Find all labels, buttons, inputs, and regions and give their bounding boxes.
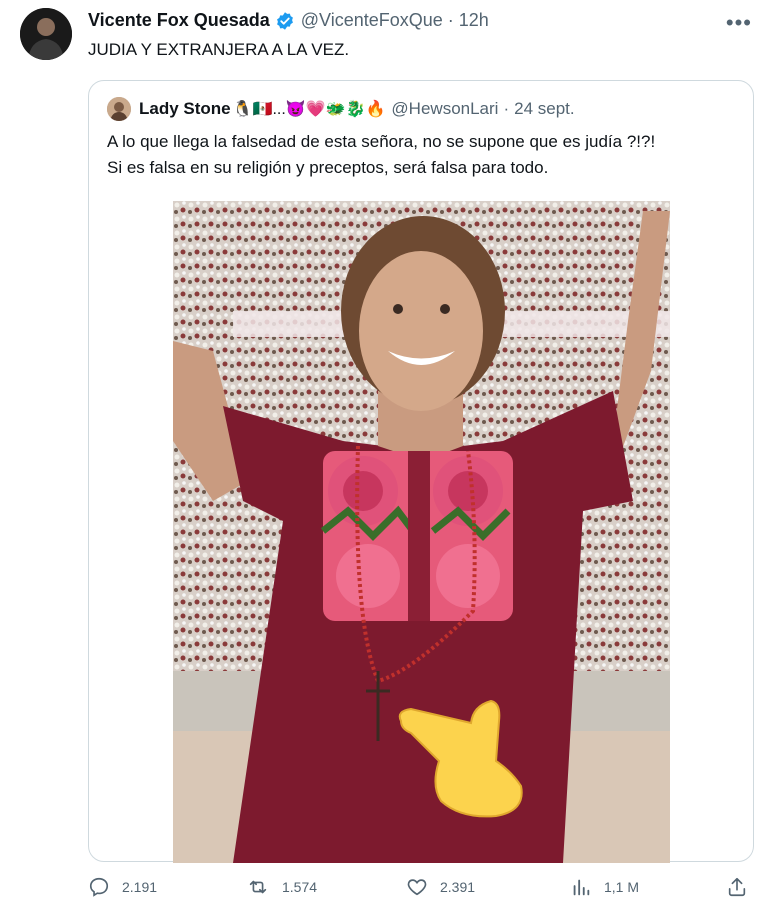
quoted-tweet-header: Lady Stone 🐧🇲🇽...😈💗🐲🐉🔥 @HewsonLari · 24 …: [107, 97, 575, 121]
author-name[interactable]: Vicente Fox Quesada: [88, 10, 270, 31]
views-button[interactable]: 1,1 M: [570, 876, 639, 898]
author-avatar[interactable]: [20, 8, 72, 60]
quoted-tweet-date[interactable]: 24 sept.: [514, 99, 575, 119]
retweet-count: 1.574: [282, 879, 318, 895]
share-button[interactable]: [726, 876, 748, 898]
quoted-author-handle[interactable]: @HewsonLari: [391, 99, 498, 119]
heart-icon: [406, 876, 428, 898]
tweet-action-bar: 2.191 1.574 2.391 1,1 M: [0, 876, 768, 912]
quoted-author-avatar[interactable]: [107, 97, 131, 121]
like-button[interactable]: 2.391: [406, 876, 475, 898]
tweet-header: Vicente Fox Quesada @VicenteFoxQue · 12h: [88, 10, 489, 31]
tweet-time[interactable]: 12h: [459, 10, 489, 31]
views-chart-icon: [570, 876, 592, 898]
like-count: 2.391: [440, 879, 476, 895]
quoted-author-name[interactable]: Lady Stone: [139, 99, 231, 119]
reply-count: 2.191: [122, 879, 158, 895]
reply-button[interactable]: 2.191: [88, 876, 157, 898]
share-icon: [726, 876, 748, 898]
quoted-author-emojis: 🐧🇲🇽...😈💗🐲🐉🔥: [232, 101, 386, 118]
more-options-icon[interactable]: •••: [726, 10, 752, 36]
retweet-icon: [246, 876, 270, 898]
separator-dot: ·: [503, 99, 510, 118]
quoted-text-line-1: A lo que llega la falsedad de esta señor…: [107, 132, 656, 151]
separator-dot: ·: [447, 10, 454, 30]
quoted-tweet-text: A lo que llega la falsedad de esta señor…: [107, 129, 747, 181]
quoted-tweet-image[interactable]: [173, 201, 670, 863]
quoted-text-line-2: Si es falsa en su religión y preceptos, …: [107, 158, 549, 177]
tweet-text: JUDIA Y EXTRANJERA A LA VEZ.: [88, 40, 350, 59]
views-count: 1,1 M: [604, 879, 640, 895]
reply-icon: [88, 876, 110, 898]
verified-badge-icon: [275, 11, 295, 31]
author-handle[interactable]: @VicenteFoxQue: [301, 10, 443, 31]
retweet-button[interactable]: 1.574: [246, 876, 317, 898]
quoted-tweet-card[interactable]: Lady Stone 🐧🇲🇽...😈💗🐲🐉🔥 @HewsonLari · 24 …: [88, 80, 754, 863]
